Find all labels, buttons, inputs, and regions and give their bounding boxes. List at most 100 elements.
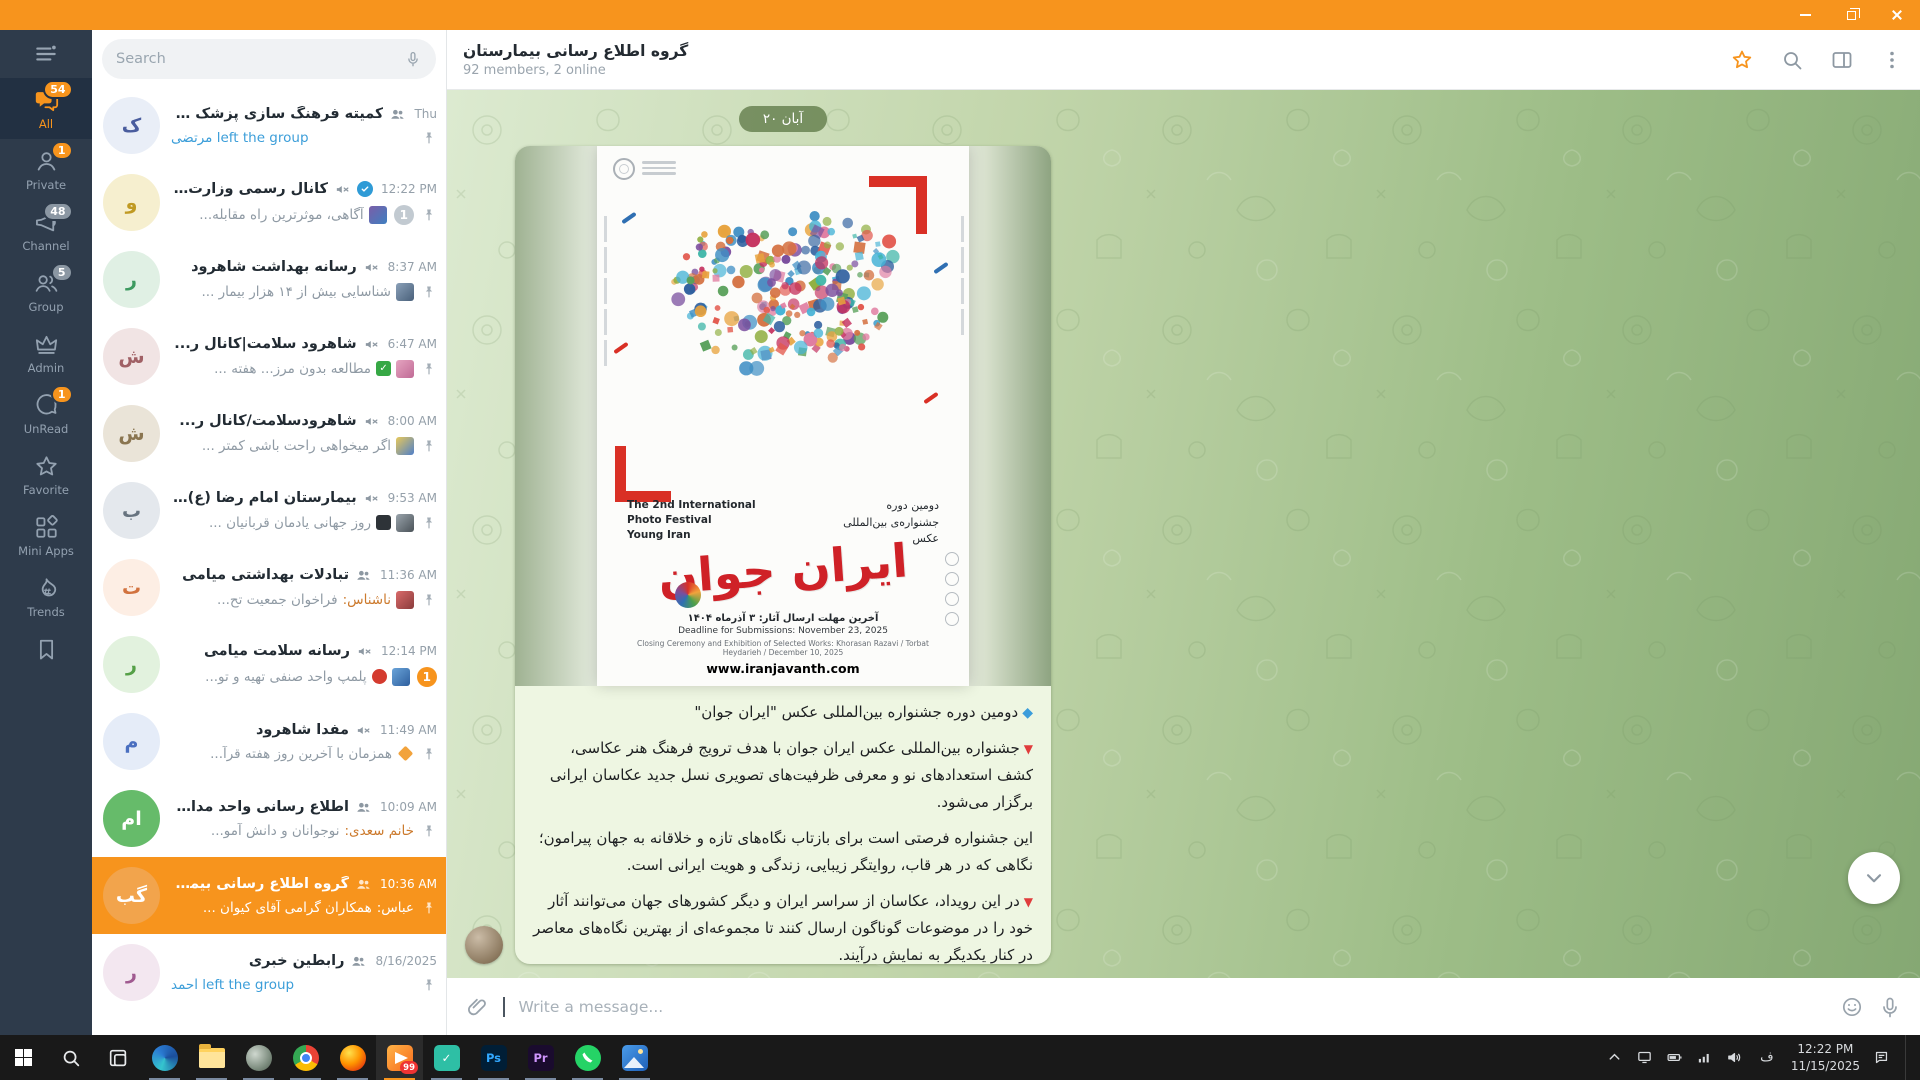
taskbar-photos-button[interactable] — [611, 1035, 658, 1080]
chat-row-bottom: ✓مطالعه بدون مرز... هفته ... — [171, 360, 437, 378]
taskbar-tick-button[interactable]: ✓ — [423, 1035, 470, 1080]
chat-row-top: کمیته فرهنگ سازی پزشک خا...Thu — [171, 106, 437, 123]
pin-icon — [421, 207, 437, 223]
flame-icon — [33, 575, 60, 602]
chat-list-panel: ککمیته فرهنگ سازی پزشک خا...Thuمرتضی lef… — [92, 30, 447, 1035]
bookmark-icon — [33, 636, 60, 663]
chat-list-item[interactable]: ششاهرود سلامت|کانال ر...6:47 AM✓مطالعه ب… — [92, 318, 446, 395]
rail-item-admin[interactable]: Admin — [0, 322, 92, 383]
message-photo[interactable]: The 2nd International Photo Festival You… — [515, 146, 1051, 686]
search-input[interactable] — [116, 51, 396, 67]
chat-row-top: اطلاع رسانی واحد مدار...10:09 AM — [171, 799, 437, 816]
preview-emoji-icon — [372, 669, 387, 684]
main-menu-button[interactable] — [0, 30, 92, 78]
chat-name: اطلاع رسانی واحد مدار... — [171, 799, 349, 815]
chat-list-item[interactable]: ششاهرودسلامت/کانال ر...8:00 AMاگر میخواه… — [92, 395, 446, 472]
preview-text: همکاران گرامی آقای کیوان ... — [203, 900, 372, 916]
rail-item-label: Favorite — [23, 483, 69, 497]
chat-list-item[interactable]: تتبادلات بهداشتی میامی11:36 AMناشناس:فرا… — [92, 549, 446, 626]
chat-list-item[interactable]: گبگروه اطلاع رسانی بیمار...10:36 AMعباس:… — [92, 857, 446, 934]
taskbar-whatsapp-button[interactable] — [564, 1035, 611, 1080]
volume-tray-icon[interactable] — [1726, 1049, 1743, 1066]
rail-item-channel[interactable]: 48Channel — [0, 200, 92, 261]
rail-item-favorite[interactable]: Favorite — [0, 444, 92, 505]
chat-preview: پلمپ واحد صنفی تهیه و تو... — [171, 668, 410, 686]
message-bubble[interactable]: The 2nd International Photo Festival You… — [515, 146, 1051, 964]
dash-decoration — [933, 262, 948, 274]
preview-text: آگاهی، موثرترین راه مقابله... — [199, 207, 363, 223]
taskbar-search-button[interactable] — [47, 1035, 94, 1080]
taskbar-explorer-button[interactable] — [188, 1035, 235, 1080]
network-tray-icon[interactable] — [1696, 1049, 1713, 1066]
group-icon — [389, 106, 406, 123]
taskbar-start-button[interactable] — [0, 1035, 47, 1080]
attach-icon[interactable] — [465, 995, 489, 1019]
chat-list-item[interactable]: ممفدا شاهرود11:49 AMهمزمان با آخرین روز … — [92, 703, 446, 780]
taskbar-globe-button[interactable] — [235, 1035, 282, 1080]
date-chip[interactable]: ۲۰ آبان — [739, 106, 827, 132]
rail-item-saved[interactable] — [0, 627, 92, 671]
keyboard-language-indicator[interactable]: ف — [1756, 1050, 1778, 1065]
chat-header[interactable]: گروه اطلاع رسانی بیمارستان 92 members, 2… — [447, 30, 1920, 90]
scroll-to-bottom-button[interactable] — [1848, 852, 1900, 904]
voice-message-icon[interactable] — [1878, 995, 1902, 1019]
window-controls — [1782, 0, 1920, 30]
taskbar-clock[interactable]: 12:22 PM 11/15/2025 — [1791, 1041, 1860, 1073]
favorite-star-icon[interactable] — [1730, 48, 1754, 72]
rail-item-private[interactable]: 1Private — [0, 139, 92, 200]
chat-list-item[interactable]: وکانال رسمی وزارت ...12:22 PMآگاهی، موثر… — [92, 164, 446, 241]
chat-list-item[interactable]: ررسانه سلامت میامی12:14 PMپلمپ واحد صنفی… — [92, 626, 446, 703]
taskbar-chrome-button[interactable] — [282, 1035, 329, 1080]
chat-list-item[interactable]: ککمیته فرهنگ سازی پزشک خا...Thuمرتضی lef… — [92, 87, 446, 164]
chat-list-item[interactable]: ررابطین خبری8/16/2025احمد left the group — [92, 934, 446, 1011]
chrome-icon — [293, 1045, 319, 1071]
chat-row-top: رابطین خبری8/16/2025 — [171, 953, 437, 970]
edge-icon — [152, 1045, 178, 1071]
display-tray-icon[interactable] — [1636, 1049, 1653, 1066]
chat-list-item[interactable]: ررسانه بهداشت شاهرود8:37 AMشناسایی بیش ا… — [92, 241, 446, 318]
message-area[interactable]: ۲۰ آبان — [447, 90, 1920, 978]
taskbar-telegram-button[interactable]: 99 — [376, 1035, 423, 1080]
seal-icon — [613, 158, 635, 180]
close-button[interactable] — [1874, 0, 1920, 30]
battery-tray-icon[interactable] — [1666, 1049, 1683, 1066]
rail-item-all[interactable]: 54All — [0, 78, 92, 139]
rail-item-miniapps[interactable]: Mini Apps — [0, 505, 92, 566]
chat-row-bottom: روز جهانی یادمان قربانیان ... — [171, 514, 437, 532]
muted-icon — [334, 181, 351, 198]
taskbar-photoshop-button[interactable]: Ps — [470, 1035, 517, 1080]
tray-expand-icon[interactable] — [1606, 1049, 1623, 1066]
chat-time: 6:47 AM — [388, 337, 437, 351]
pin-icon — [421, 823, 437, 839]
message-input[interactable] — [519, 998, 1827, 1016]
taskbar-premiere-button[interactable]: Pr — [517, 1035, 564, 1080]
chat-time: 9:53 AM — [388, 491, 437, 505]
minimize-button[interactable] — [1782, 0, 1828, 30]
dash-decoration — [613, 342, 628, 354]
photoshop-icon: Ps — [481, 1045, 507, 1071]
chat-title: گروه اطلاع رسانی بیمارستان — [463, 42, 688, 60]
show-desktop-button[interactable] — [1905, 1035, 1910, 1080]
taskbar-edge-button[interactable] — [141, 1035, 188, 1080]
rail-item-group[interactable]: 5Group — [0, 261, 92, 322]
rail-item-trends[interactable]: Trends — [0, 566, 92, 627]
emoji-icon[interactable] — [1840, 995, 1864, 1019]
search-icon[interactable] — [1780, 48, 1804, 72]
chat-list-item[interactable]: اماطلاع رسانی واحد مدار...10:09 AMخانم س… — [92, 780, 446, 857]
window-titlebar[interactable] — [0, 0, 1920, 30]
pin-icon — [421, 977, 437, 993]
rail-item-unread[interactable]: 1UnRead — [0, 383, 92, 444]
sender-avatar[interactable] — [465, 926, 503, 964]
search-bar[interactable] — [102, 39, 436, 79]
sender-name: عباس: — [377, 900, 414, 916]
maximize-button[interactable] — [1828, 0, 1874, 30]
taskbar-firefox-button[interactable] — [329, 1035, 376, 1080]
taskbar-taskview-button[interactable] — [94, 1035, 141, 1080]
search-mic-icon[interactable] — [404, 50, 422, 68]
notification-center-icon[interactable] — [1873, 1049, 1890, 1066]
chat-list-item[interactable]: ببیمارستان امام رضا (ع) م...9:53 AMروز ج… — [92, 472, 446, 549]
more-menu-icon[interactable] — [1880, 48, 1904, 72]
unread-count-badge: 54 — [43, 80, 72, 99]
sidebar-toggle-icon[interactable] — [1830, 48, 1854, 72]
group-icon — [350, 953, 367, 970]
